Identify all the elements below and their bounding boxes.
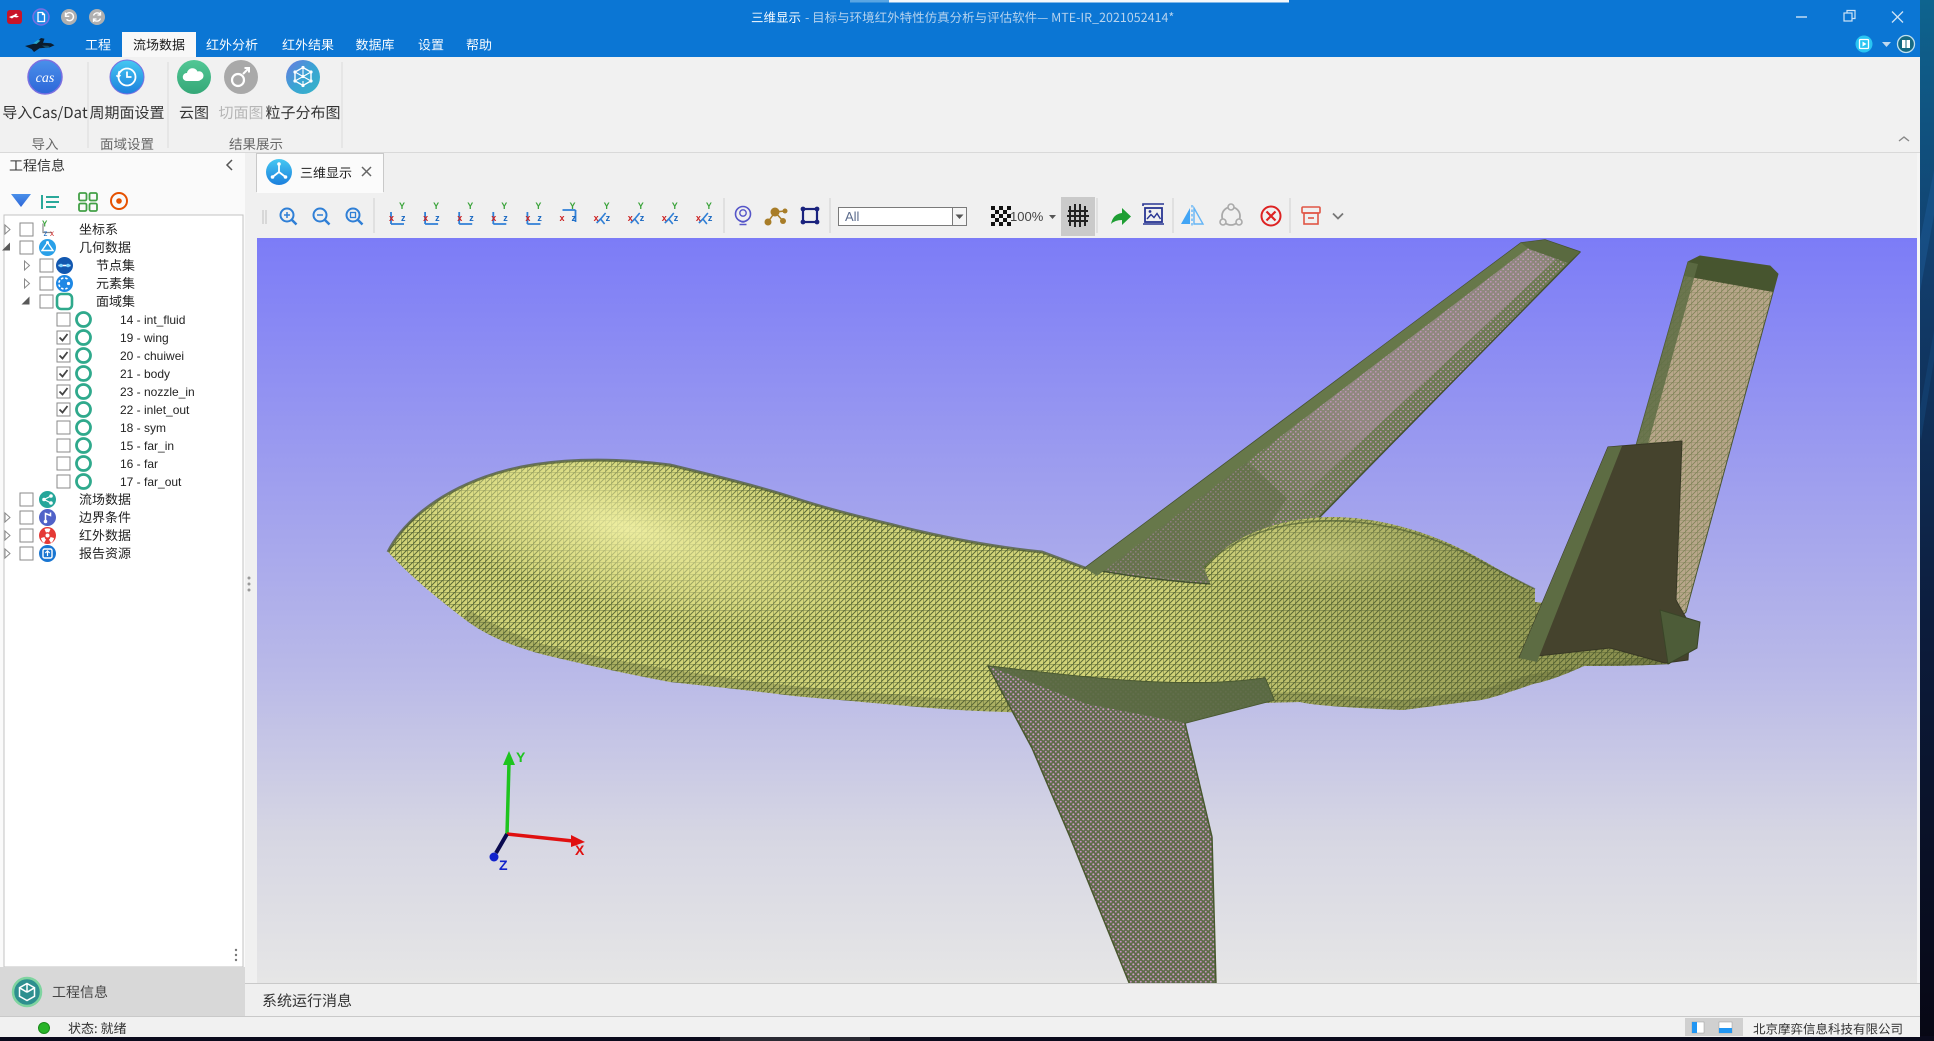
svg-text:x: x (594, 213, 599, 223)
svg-text:cas: cas (36, 71, 55, 86)
svg-text:Y: Y (516, 749, 526, 765)
svg-text:17 - far_out: 17 - far_out (120, 475, 182, 489)
svg-text:Y: Y (672, 201, 678, 211)
svg-text:22 - inlet_out: 22 - inlet_out (120, 403, 190, 417)
svg-text:23 - nozzle_in: 23 - nozzle_in (120, 385, 195, 399)
svg-text:x: x (389, 213, 394, 223)
svg-text:15 - far_in: 15 - far_in (120, 439, 174, 453)
svg-text:x: x (491, 213, 496, 223)
svg-text:19 - wing: 19 - wing (120, 331, 169, 345)
svg-text:Y: Y (604, 201, 610, 211)
svg-text:Y: Y (570, 201, 576, 211)
svg-text:z: z (537, 213, 542, 223)
svg-text:z: z (44, 229, 48, 238)
svg-text:Y: Y (638, 201, 644, 211)
svg-text:z: z (708, 213, 713, 223)
svg-text:x: x (662, 213, 667, 223)
svg-text:Y: Y (501, 201, 507, 211)
svg-text:All: All (845, 209, 860, 224)
svg-text:z: z (606, 213, 611, 223)
svg-text:z: z (674, 213, 679, 223)
svg-text:Y: Y (535, 201, 541, 211)
svg-text:20 - chuiwei: 20 - chuiwei (120, 349, 184, 363)
svg-text:14 - int_fluid: 14 - int_fluid (120, 313, 185, 327)
svg-text:16 - far: 16 - far (120, 457, 158, 471)
svg-text:z: z (469, 213, 474, 223)
svg-text:x: x (628, 213, 633, 223)
svg-text:x: x (50, 229, 54, 238)
svg-text:Y: Y (399, 201, 405, 211)
svg-text:100%: 100% (1010, 209, 1044, 224)
svg-text:Y: Y (706, 201, 712, 211)
svg-text:x: x (457, 213, 462, 223)
svg-text:z: z (503, 213, 508, 223)
svg-text:z: z (572, 213, 577, 223)
svg-text:Z: Z (499, 857, 508, 873)
svg-text:z: z (435, 213, 440, 223)
svg-text:18 - sym: 18 - sym (120, 421, 166, 435)
svg-text:21 - body: 21 - body (120, 367, 170, 381)
svg-text:x: x (423, 213, 428, 223)
svg-text:x: x (525, 213, 530, 223)
svg-text:X: X (575, 842, 585, 858)
svg-text:z: z (640, 213, 645, 223)
svg-text:Y: Y (467, 201, 473, 211)
svg-text:Y: Y (42, 220, 48, 229)
svg-text:z: z (401, 213, 406, 223)
svg-text:x: x (560, 213, 565, 223)
svg-text:x: x (696, 213, 701, 223)
svg-text:Y: Y (433, 201, 439, 211)
